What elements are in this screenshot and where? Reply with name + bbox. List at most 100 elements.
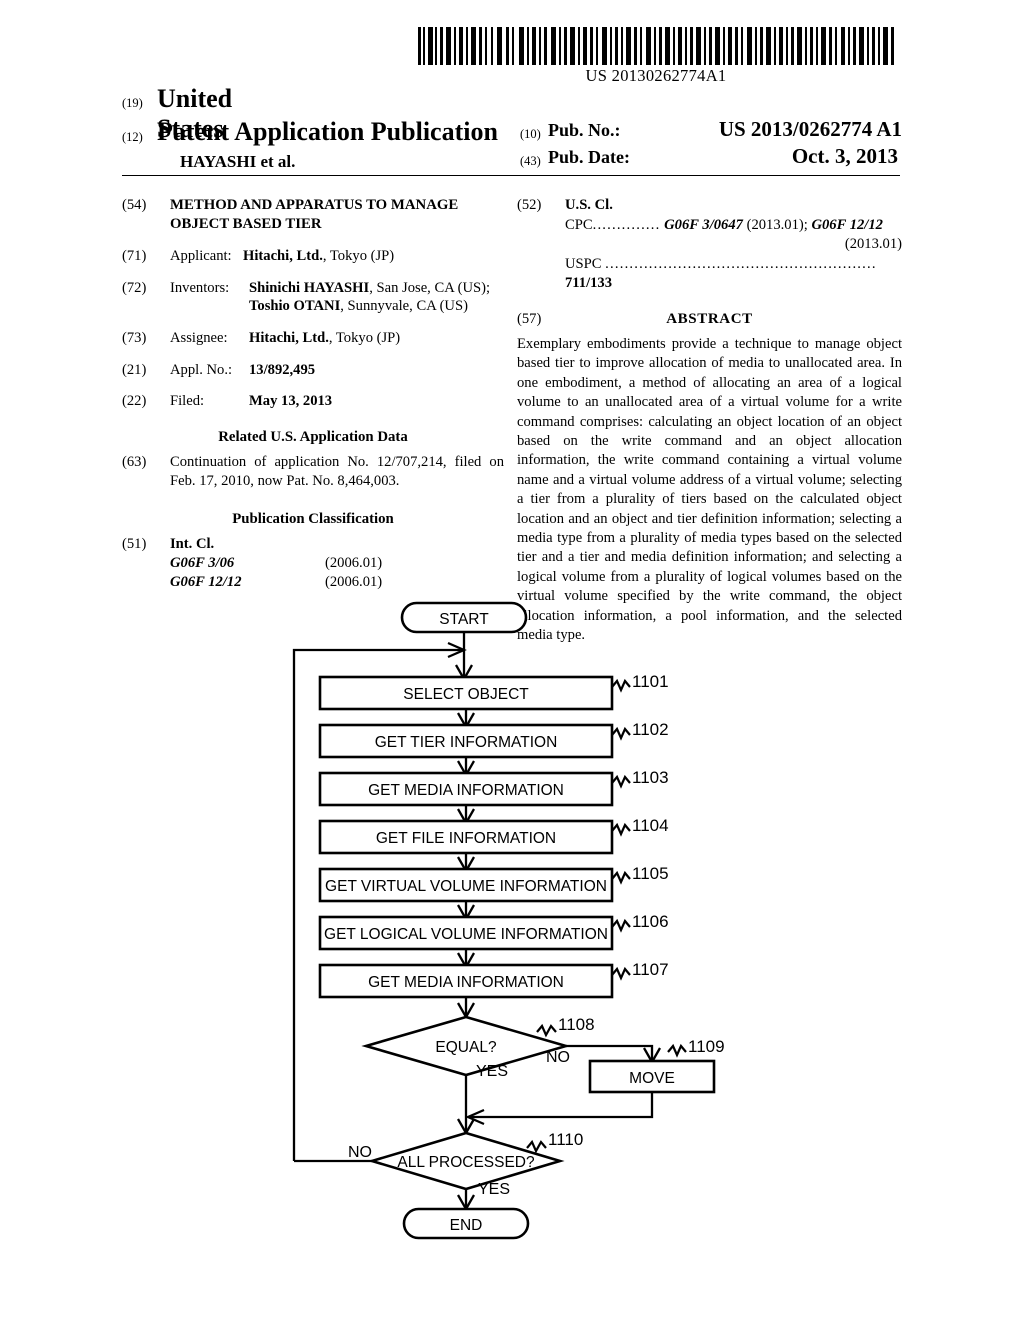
inventor-surname-line: HAYASHI et al. [180, 152, 296, 171]
field-applicant: (71) Applicant: Hitachi, Ltd., Tokyo (JP… [122, 247, 504, 266]
flow-ref-1103: 1103 [632, 768, 669, 787]
appl-no-kv: Appl. No.: 13/892,495 [170, 361, 504, 380]
arrowhead-1103-1104 [457, 808, 475, 826]
publication-number-row: (10) Pub. No.: US 2013/0262774 A1 [520, 117, 902, 144]
us-cl-block: U.S. Cl. CPC.............. G06F 3/0647 (… [565, 196, 902, 294]
appl-no-label: Appl. No.: [170, 361, 233, 378]
inventors-value: Shinichi HAYASHI, San Jose, CA (US); Tos… [249, 279, 504, 316]
arrowhead-1109-rejoin [465, 1108, 485, 1126]
filed-value: May 13, 2013 [249, 392, 504, 411]
flow-node-1106: GET LOGICAL VOLUME INFORMATION 1106 [318, 912, 669, 951]
field-code-71: (71) [122, 247, 147, 264]
flow-node-1109: MOVE 1109 [588, 1037, 725, 1094]
us-cl-label: U.S. Cl. [565, 197, 613, 213]
field-appl-no: (21) Appl. No.: 13/892,495 [122, 361, 504, 380]
flow-node-start: START [400, 601, 528, 634]
field-abstract: (57) ABSTRACT Exemplary embodiments prov… [517, 310, 902, 646]
field-code-22: (22) [122, 393, 147, 410]
uspc-label: USPC [565, 255, 602, 272]
flow-ref-1106: 1106 [632, 912, 669, 931]
arrowhead-1106-1107 [457, 952, 475, 970]
field-code-21: (21) [122, 361, 147, 378]
flow-node-1108: EQUAL? 1108 [361, 1015, 595, 1077]
int-cl-version-1: (2006.01) [325, 555, 383, 572]
field-code-63: (63) [122, 453, 147, 470]
assignee-location: , Tokyo (JP) [328, 329, 401, 346]
flow-decision-label-1110: ALL PROCESSED? [397, 1154, 535, 1171]
document-type: Patent Application Publication [157, 117, 498, 146]
invention-title: METHOD AND APPARATUS TO MANAGE OBJECT BA… [170, 197, 459, 232]
int-cl-code-1: G06F 3/06 [170, 555, 235, 572]
flow-node-1105: GET VIRTUAL VOLUME INFORMATION 1105 [318, 864, 669, 903]
cpc-version-line: (2013.01) [844, 236, 902, 253]
arrowhead-1104-1105 [457, 856, 475, 874]
patent-header-block: (19) United States (12) Patent Applicati… [122, 84, 902, 171]
appl-no-number: 13/892,495 [249, 361, 316, 378]
flow-step-label-1109: MOVE [629, 1070, 675, 1087]
uspc-dots: ........................................… [605, 255, 877, 272]
arrowhead-start-to-1101 [455, 664, 473, 682]
field-code-57: (57) [517, 310, 542, 327]
flow-step-label-1104: GET FILE INFORMATION [376, 830, 556, 847]
applicant-location: , Tokyo (JP) [322, 247, 395, 264]
field-related-application: (63) Continuation of application No. 12/… [122, 453, 504, 491]
cpc-middle: (2013.01); [742, 216, 812, 233]
flow-step-label-1103: GET MEDIA INFORMATION [368, 782, 564, 799]
flow-node-1104: GET FILE INFORMATION 1104 [318, 816, 669, 855]
cpc-value-1: G06F 3/0647 [664, 216, 743, 233]
flow-node-1110: ALL PROCESSED? 1110 [367, 1130, 583, 1191]
appl-no-value: 13/892,495 [249, 361, 504, 380]
flow-branch-no-1110: NO [348, 1144, 372, 1161]
field-filed: (22) Filed: May 13, 2013 [122, 392, 504, 411]
arrowhead-1108-to-1110 [457, 1118, 475, 1136]
flow-node-1102: GET TIER INFORMATION 1102 [318, 720, 669, 759]
cpc-label: CPC [565, 216, 593, 233]
flow-ref-1107: 1107 [632, 960, 669, 979]
int-cl-version-2: (2006.01) [325, 574, 383, 591]
filed-label: Filed: [170, 393, 205, 410]
flow-loop-all-processed-no [292, 648, 462, 1161]
publication-date-row: (43) Pub. Date: Oct. 3, 2013 [520, 144, 902, 171]
bibliographic-left-column: (54) METHOD AND APPARATUS TO MANAGE OBJE… [122, 196, 504, 605]
assignee-label: Assignee: [170, 329, 228, 346]
int-cl-table: Int. Cl. G06F 3/06 (2006.01) G06F 12/12 … [170, 535, 504, 593]
header-divider-rule [122, 175, 900, 176]
inventor-1-location: , San Jose, CA (US); [369, 279, 491, 296]
publication-classification-heading: Publication Classification [232, 510, 394, 527]
applicant-name: Hitachi, Ltd. [243, 247, 323, 264]
inventor-2-name: Toshio OTANI [249, 298, 341, 315]
flow-ref-1110: 1110 [548, 1130, 583, 1149]
flow-end-label: END [450, 1217, 483, 1234]
flow-branch-no-1108: NO [546, 1049, 570, 1066]
uspc-row: USPC ...................................… [565, 255, 902, 294]
applicant-value: Hitachi, Ltd., Tokyo (JP) [243, 247, 504, 266]
flow-ref-1102: 1102 [632, 720, 669, 739]
field-int-cl: (51) Int. Cl. G06F 3/06 (2006.01) G06F 1… [122, 535, 504, 593]
abstract-text: Exemplary embodiments provide a techniqu… [517, 335, 902, 644]
flow-ref-1109: 1109 [688, 1037, 725, 1056]
assignee-value: Hitachi, Ltd., Tokyo (JP) [249, 329, 504, 348]
arrowhead-1107-1108 [457, 1002, 475, 1020]
field-title: (54) METHOD AND APPARATUS TO MANAGE OBJE… [122, 196, 504, 234]
arrowhead-1110-to-end [457, 1194, 475, 1212]
field-code-73: (73) [122, 329, 147, 346]
barcode-image [418, 27, 894, 65]
flow-node-1107: GET MEDIA INFORMATION 1107 [318, 960, 669, 999]
arrowhead-1101-1102 [457, 712, 475, 730]
related-application-text: Continuation of application No. 12/707,2… [170, 453, 504, 489]
flow-node-end: END [402, 1207, 530, 1240]
arrowhead-1108-to-1109 [643, 1047, 661, 1065]
flow-step-label-1107: GET MEDIA INFORMATION [368, 974, 564, 991]
flow-decision-label-1108: EQUAL? [435, 1039, 497, 1056]
field-code-12: (12) [122, 130, 143, 144]
flow-node-1103: GET MEDIA INFORMATION 1103 [318, 768, 669, 807]
pub-no-label: Pub. No.: [548, 120, 621, 140]
pub-date-label: Pub. Date: [548, 147, 630, 167]
related-application-heading: Related U.S. Application Data [218, 428, 408, 445]
field-code-52: (52) [517, 197, 542, 213]
flow-step-label-1106: GET LOGICAL VOLUME INFORMATION [324, 926, 608, 943]
flow-arrow-1108-no-to-1109 [566, 1044, 654, 1060]
arrowhead-1105-1106 [457, 904, 475, 922]
flow-ref-1105: 1105 [632, 864, 669, 883]
field-us-cl: (52) U.S. Cl. CPC.............. G06F 3/0… [517, 196, 902, 294]
